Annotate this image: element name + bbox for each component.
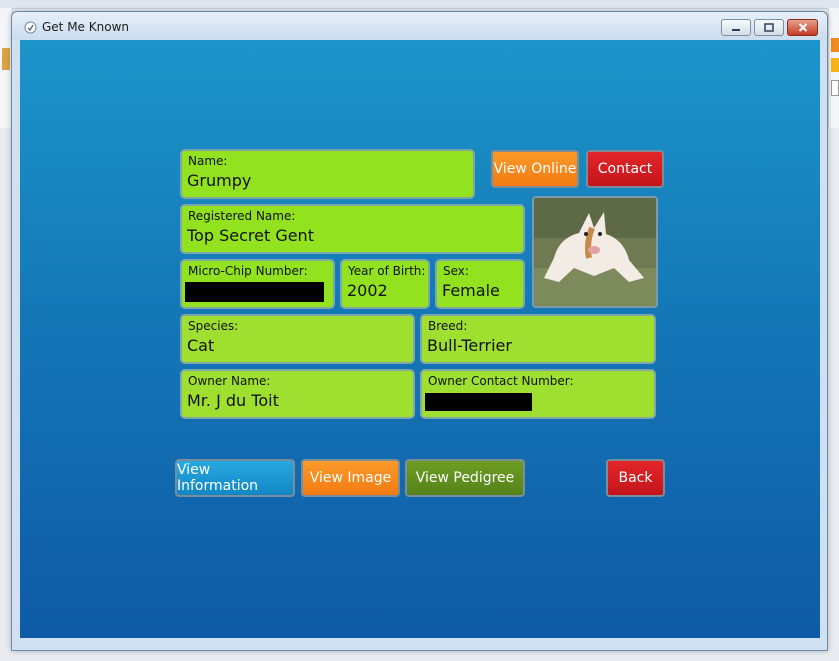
name-field[interactable]: Name: Grumpy — [180, 149, 475, 199]
owner-name-value: Mr. J du Toit — [187, 391, 279, 410]
microchip-field[interactable]: Micro-Chip Number: — [180, 259, 335, 309]
maximize-button[interactable] — [754, 19, 784, 36]
breed-value: Bull-Terrier — [427, 336, 512, 355]
owner-contact-field[interactable]: Owner Contact Number: — [420, 369, 656, 419]
year-of-birth-label: Year of Birth: — [348, 264, 426, 278]
owner-contact-label: Owner Contact Number: — [428, 374, 574, 388]
clipboard-icon — [2, 48, 10, 70]
species-label: Species: — [188, 319, 239, 333]
year-of-birth-value: 2002 — [347, 281, 388, 300]
white-swatch-icon — [831, 80, 839, 96]
breed-label: Breed: — [428, 319, 468, 333]
close-icon — [798, 23, 807, 32]
window-title: Get Me Known — [42, 20, 129, 34]
view-image-button[interactable]: View Image — [301, 459, 400, 497]
yellow-swatch-icon — [831, 58, 839, 72]
sex-value: Female — [442, 281, 500, 300]
app-logo-icon — [24, 21, 37, 34]
view-pedigree-button[interactable]: View Pedigree — [405, 459, 525, 497]
minimize-icon — [732, 28, 740, 31]
name-label: Name: — [188, 154, 228, 168]
breed-field[interactable]: Breed: Bull-Terrier — [420, 314, 656, 364]
owner-name-field[interactable]: Owner Name: Mr. J du Toit — [180, 369, 415, 419]
title-bar[interactable]: Get Me Known — [12, 12, 827, 40]
registered-name-field[interactable]: Registered Name: Top Secret Gent — [180, 204, 525, 254]
name-value: Grumpy — [187, 171, 252, 190]
sex-field[interactable]: Sex: Female — [435, 259, 525, 309]
view-online-button[interactable]: View Online — [491, 150, 579, 188]
registered-name-value: Top Secret Gent — [187, 226, 314, 245]
client-area: Name: Grumpy View Online Contact Registe… — [20, 40, 820, 638]
microchip-label: Micro-Chip Number: — [188, 264, 308, 278]
year-of-birth-field[interactable]: Year of Birth: 2002 — [340, 259, 430, 309]
orange-swatch-icon — [831, 38, 839, 52]
maximize-icon — [764, 23, 774, 32]
app-window: Get Me Known Name: Grumpy View Online Co… — [11, 11, 828, 651]
back-button[interactable]: Back — [606, 459, 665, 497]
species-field[interactable]: Species: Cat — [180, 314, 415, 364]
close-button[interactable] — [787, 19, 818, 36]
contact-button[interactable]: Contact — [586, 150, 664, 188]
owner-name-label: Owner Name: — [188, 374, 271, 388]
sex-label: Sex: — [443, 264, 469, 278]
view-information-button[interactable]: View Information — [175, 459, 295, 497]
background-taskbar-strip — [0, 0, 839, 9]
microchip-redaction — [185, 282, 324, 302]
registered-name-label: Registered Name: — [188, 209, 296, 223]
minimize-button[interactable] — [721, 19, 751, 36]
owner-contact-redaction — [425, 393, 532, 411]
dog-photo-image — [534, 198, 656, 306]
pet-photo[interactable] — [532, 196, 658, 308]
species-value: Cat — [187, 336, 215, 355]
